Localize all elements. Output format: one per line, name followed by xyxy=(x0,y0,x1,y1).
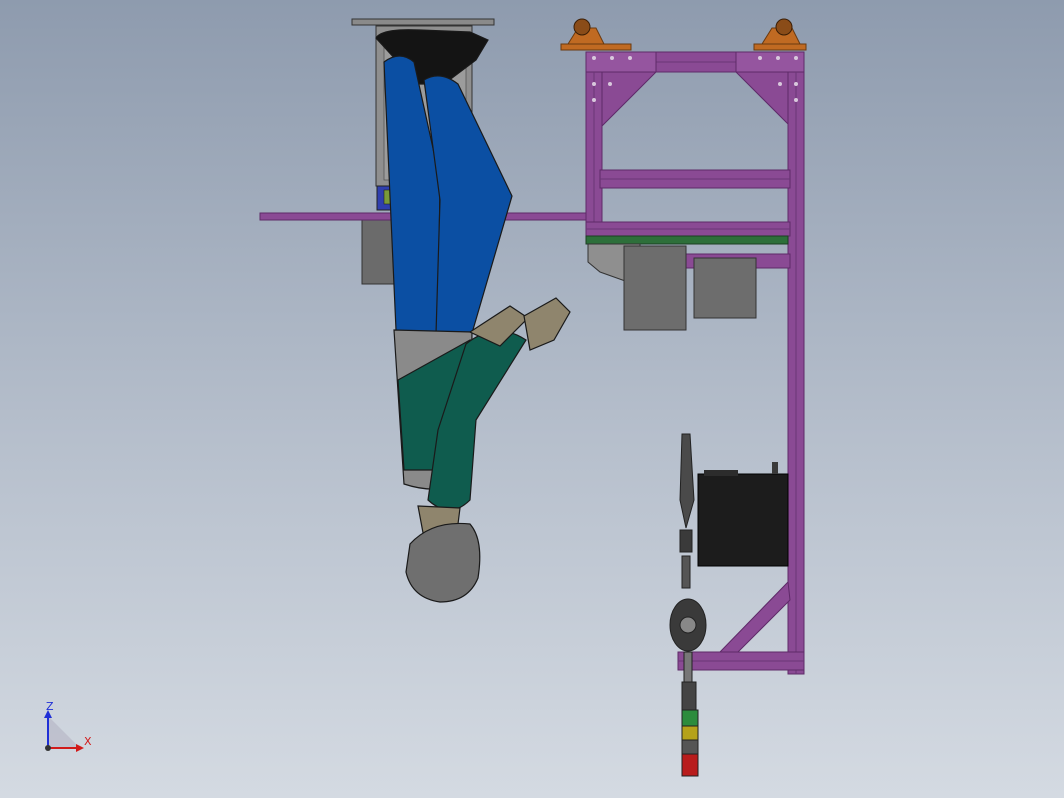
human-model xyxy=(375,29,571,603)
orientation-triad: Z X xyxy=(44,700,92,752)
caster-right xyxy=(753,18,807,51)
x-axis-label: X xyxy=(84,735,92,748)
assembly-model[interactable]: Z X xyxy=(0,0,1064,798)
control-cabinet xyxy=(697,462,789,567)
cad-viewport[interactable]: Z X xyxy=(0,0,1064,798)
signal-tower xyxy=(681,681,699,777)
caster-left xyxy=(560,18,632,51)
z-axis-label: Z xyxy=(46,700,54,713)
aluminum-frame xyxy=(585,51,805,675)
